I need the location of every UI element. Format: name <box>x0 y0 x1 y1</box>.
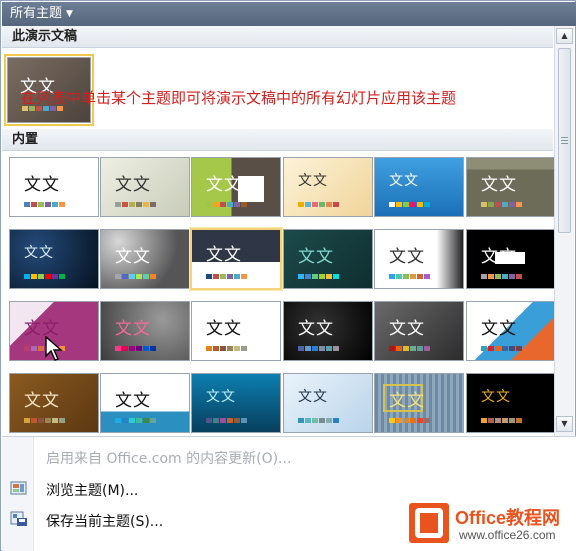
color-swatches <box>298 274 339 279</box>
office26-logo: Office教程网 www.office26.com <box>409 501 573 547</box>
theme-thumb-text: 文文 <box>115 247 151 267</box>
theme-thumb-text: 文文 <box>24 391 60 411</box>
theme-thumb[interactable]: 文文 <box>374 301 464 361</box>
save-theme-icon <box>10 511 28 527</box>
theme-thumb[interactable]: 文文 <box>374 373 464 433</box>
color-swatches <box>481 202 522 207</box>
theme-thumb-text: 文文 <box>206 175 242 195</box>
theme-thumb[interactable]: 文文 <box>283 373 373 433</box>
theme-thumb-text: 文文 <box>206 389 236 405</box>
color-swatches <box>206 202 247 207</box>
scroll-down-button[interactable]: ▼ <box>556 416 573 432</box>
section-builtin: 内置 <box>2 129 553 151</box>
watermark-url: www.office26.com <box>459 528 556 542</box>
color-swatches <box>389 202 430 207</box>
color-swatches <box>24 202 65 207</box>
header-title: 所有主题 <box>10 6 63 21</box>
color-swatches <box>115 346 156 351</box>
color-swatches <box>115 418 156 423</box>
color-swatches <box>481 346 522 351</box>
theme-thumb[interactable]: 文文 <box>100 301 190 361</box>
office-logo-icon <box>409 503 449 543</box>
color-swatches <box>389 274 430 279</box>
theme-thumb[interactable]: 文文 <box>466 301 556 361</box>
theme-thumb-text: 文文 <box>389 391 425 411</box>
annotation-text: 在列表中单击某个主题即可将演示文稿中的所有幻灯片应用该主题 <box>21 89 457 107</box>
theme-thumb[interactable]: 文文 <box>283 229 373 289</box>
browse-themes-icon <box>10 480 28 496</box>
theme-thumb-text: 文文 <box>481 389 511 405</box>
theme-thumb-text: 文文 <box>24 175 60 195</box>
theme-thumb-text: 文文 <box>24 245 54 261</box>
color-swatches <box>481 418 522 423</box>
theme-thumb[interactable]: 文文 <box>9 229 99 289</box>
theme-thumb[interactable]: 文文 <box>191 373 281 433</box>
theme-thumb[interactable]: 文文 <box>100 157 190 217</box>
theme-thumb[interactable]: 文文 <box>9 373 99 433</box>
theme-thumb-text: 文文 <box>481 319 517 339</box>
theme-thumb-text: 文文 <box>298 319 334 339</box>
theme-thumb[interactable]: 文文 <box>374 157 464 217</box>
theme-thumb[interactable]: 文文 <box>466 373 556 433</box>
theme-thumb[interactable]: 文文 <box>9 157 99 217</box>
watermark-brand: Office教程网 <box>455 508 561 528</box>
all-themes-header[interactable]: 所有主题 ▼ <box>2 2 576 26</box>
theme-thumb[interactable]: 文文 <box>100 229 190 289</box>
color-swatches <box>389 346 430 351</box>
color-swatches <box>115 202 156 207</box>
theme-thumb[interactable]: 文文 <box>191 301 281 361</box>
menu-item-enable-office-updates[interactable]: 启用来自 Office.com 的内容更新(O)... <box>46 448 291 468</box>
color-swatches <box>389 418 430 423</box>
color-swatches <box>24 418 65 423</box>
theme-thumb-hovered[interactable]: 文文 <box>190 228 282 290</box>
theme-thumb-text: 文文 <box>115 175 151 195</box>
theme-thumb-text: 文文 <box>389 319 425 339</box>
gallery-scrollbar[interactable]: ▲ ▼ <box>554 26 574 436</box>
theme-thumb[interactable]: 文文 <box>466 229 556 289</box>
color-swatches <box>298 418 339 423</box>
color-swatches <box>206 346 247 351</box>
theme-thumb[interactable]: 文文 <box>466 157 556 217</box>
menu-item-browse-themes[interactable]: 浏览主题(M)... <box>46 480 138 500</box>
theme-thumb-text: 文文 <box>298 173 328 189</box>
color-swatches <box>481 274 522 279</box>
theme-thumb[interactable]: 文文 <box>191 157 281 217</box>
theme-thumb[interactable]: 文文 <box>283 157 373 217</box>
color-swatches <box>206 418 247 423</box>
theme-thumb-text: 文文 <box>115 391 151 411</box>
theme-thumb-text: 文文 <box>389 247 425 267</box>
scrollbar-thumb[interactable] <box>558 48 571 233</box>
color-swatches <box>206 274 247 279</box>
color-swatches <box>298 346 339 351</box>
color-swatches <box>115 274 156 279</box>
theme-thumb-text: 文文 <box>206 245 242 265</box>
chevron-down-icon: ▼ <box>66 9 73 19</box>
theme-gallery-panel: 所有主题 ▼ 此演示文稿 文文 在列表中单击某个主题即可将演示文稿中的所有幻灯片应… <box>0 0 576 551</box>
theme-thumb-text: 文文 <box>481 175 517 195</box>
theme-thumb-text: 文文 <box>206 319 242 339</box>
theme-thumb-text: 文文 <box>481 247 517 267</box>
section-this-presentation: 此演示文稿 <box>2 26 553 48</box>
color-swatches <box>24 274 65 279</box>
theme-thumb-text: 文文 <box>389 173 419 189</box>
theme-thumb[interactable]: 文文 <box>374 229 464 289</box>
scroll-up-button[interactable]: ▲ <box>556 28 573 44</box>
theme-thumb-text: 文文 <box>298 389 328 405</box>
color-swatches <box>298 202 339 207</box>
theme-thumb[interactable]: 文文 <box>283 301 373 361</box>
theme-thumb[interactable]: 文文 <box>100 373 190 433</box>
menu-item-save-current-theme[interactable]: 保存当前主题(S)... <box>46 511 163 531</box>
theme-thumb-text: 文文 <box>298 247 334 267</box>
theme-thumb-text: 文文 <box>115 319 151 339</box>
